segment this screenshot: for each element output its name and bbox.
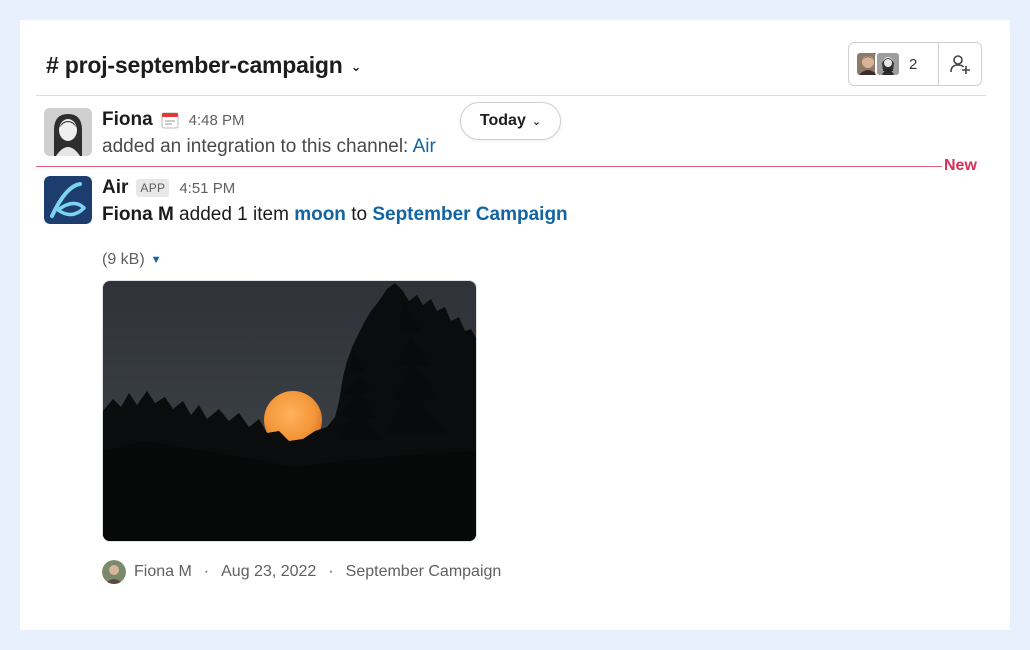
separator: ·	[203, 563, 210, 580]
message-header: Air APP 4:51 PM	[102, 176, 568, 200]
file-size-toggle[interactable]: (9 kB) ▼	[102, 251, 162, 269]
message-timestamp[interactable]: 4:51 PM	[179, 180, 235, 197]
author-name[interactable]: Fiona M	[134, 563, 192, 581]
integration-link[interactable]: Air	[413, 136, 436, 157]
sender-name[interactable]: Air	[102, 177, 128, 199]
actor-name: Fiona M	[102, 204, 174, 225]
message-body: Fiona 4:48 PM added an integration to th…	[102, 108, 436, 158]
message-text-prefix: added an integration to this channel:	[102, 136, 413, 157]
action-text: added 1 item	[173, 204, 295, 225]
calendar-icon	[161, 111, 179, 129]
add-member-button[interactable]	[938, 42, 982, 86]
new-messages-label: New	[944, 157, 977, 174]
channel-name: # proj-september-campaign	[46, 52, 343, 78]
caret-down-icon: ▼	[150, 254, 162, 266]
file-size-label: (9 kB)	[102, 251, 145, 268]
sender-name[interactable]: Fiona	[102, 109, 153, 131]
separator: ·	[328, 563, 334, 580]
message-text: Fiona M added 1 item moon to September C…	[102, 204, 568, 226]
header-actions: 2	[848, 42, 982, 86]
chevron-down-icon: ⌄	[531, 115, 542, 128]
collection-link[interactable]: September Campaign	[372, 204, 567, 225]
date-jump-button[interactable]: Today ⌄	[460, 102, 561, 140]
avatar[interactable]	[44, 176, 92, 224]
message-header: Fiona 4:48 PM	[102, 108, 436, 132]
new-messages-divider	[36, 166, 942, 167]
attachment-collection[interactable]: September Campaign	[346, 563, 502, 581]
attachment-image[interactable]	[102, 280, 477, 542]
channel-header: # proj-september-campaign ⌄ 2	[36, 40, 986, 96]
channel-window: # proj-september-campaign ⌄ 2 Fiona 4:48…	[20, 20, 1010, 630]
app-badge: APP	[136, 179, 170, 197]
message-body: Air APP 4:51 PM Fiona M added 1 item moo…	[102, 176, 568, 226]
date-label: Today	[479, 112, 526, 129]
message-text: added an integration to this channel: Ai…	[102, 136, 436, 158]
avatar[interactable]	[44, 108, 92, 156]
chevron-down-icon: ⌄	[350, 58, 362, 74]
members-button[interactable]: 2	[848, 42, 938, 86]
message-timestamp[interactable]: 4:48 PM	[189, 112, 245, 129]
member-count: 2	[909, 55, 918, 73]
to-text: to	[345, 204, 373, 225]
add-person-icon	[950, 55, 970, 74]
item-link[interactable]: moon	[294, 204, 346, 225]
attachment-footer: Fiona M · Aug 23, 2022 · September Campa…	[102, 560, 501, 584]
attachment-date: Aug 23, 2022	[221, 563, 317, 580]
member-avatar	[875, 51, 901, 77]
author-avatar[interactable]	[102, 560, 126, 584]
moon-image	[103, 281, 476, 541]
channel-name-button[interactable]: # proj-september-campaign ⌄	[46, 52, 362, 79]
member-avatars	[855, 51, 901, 77]
